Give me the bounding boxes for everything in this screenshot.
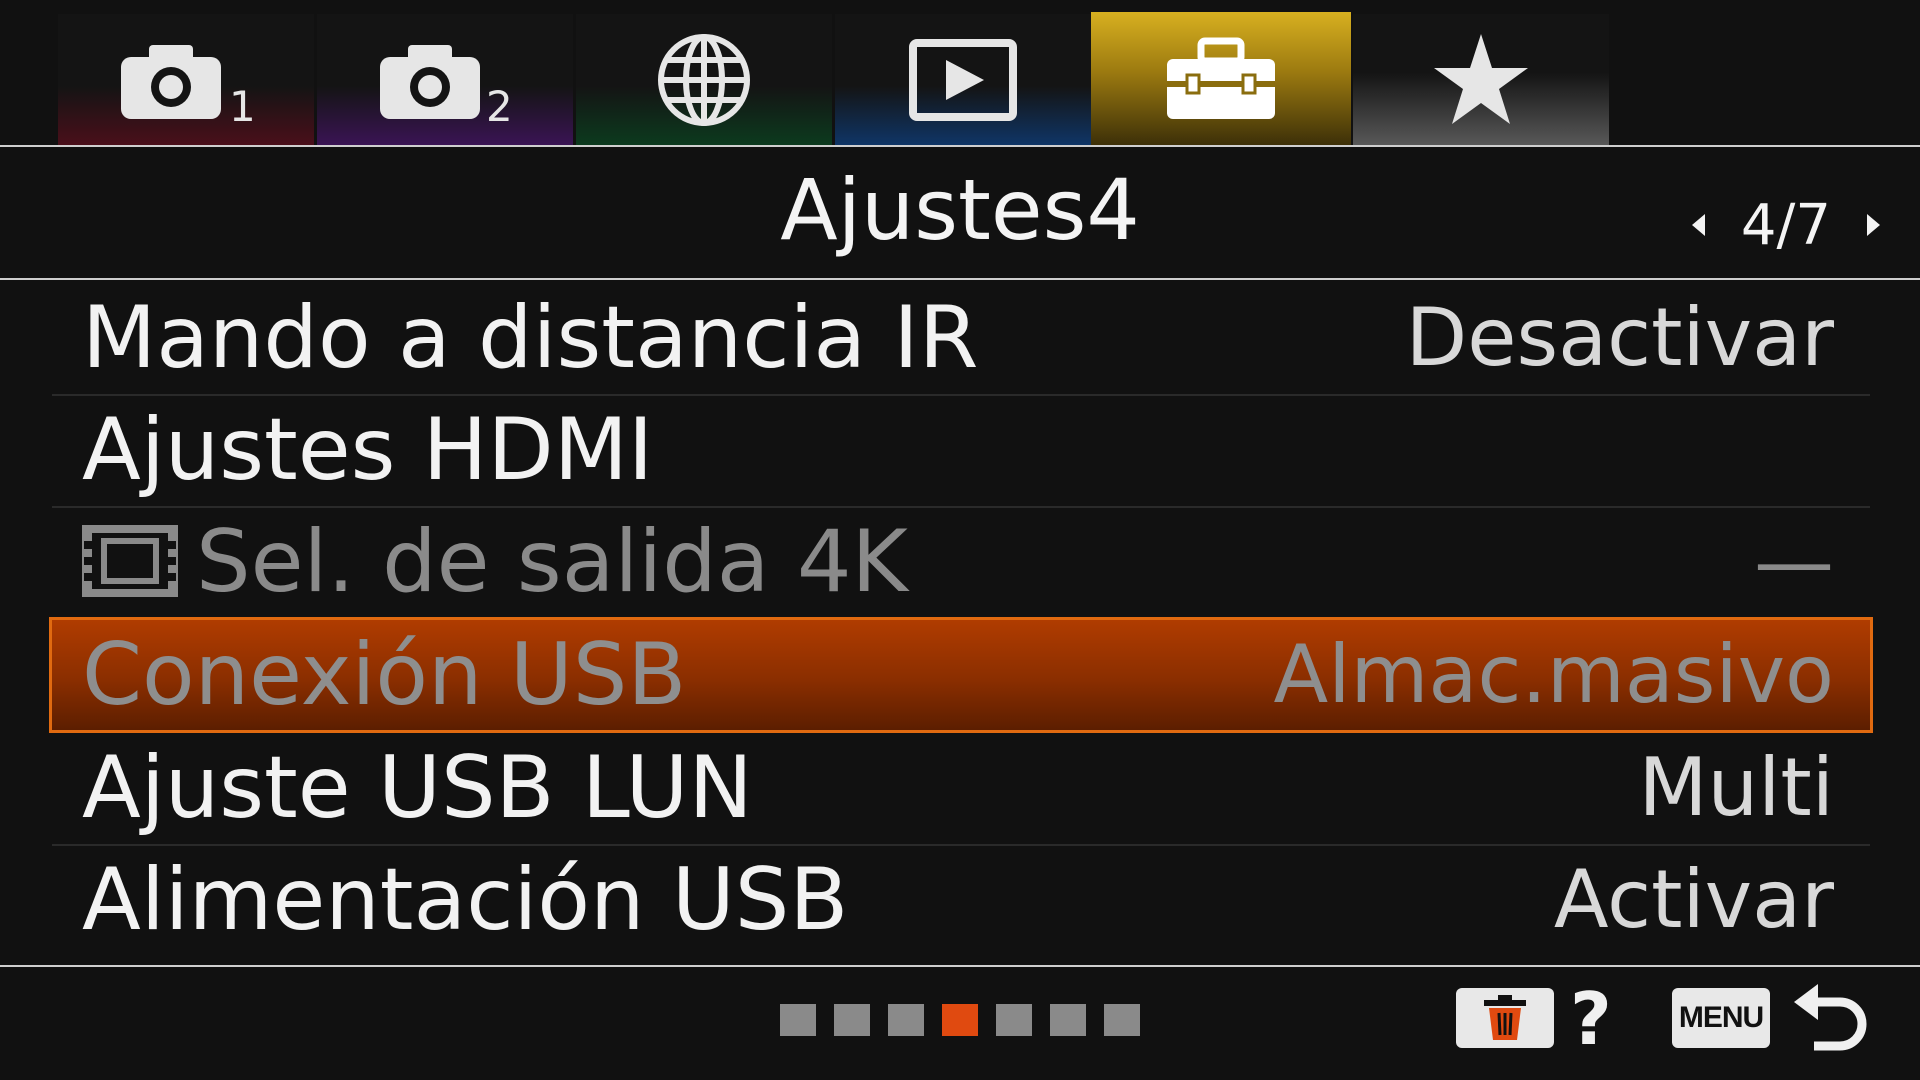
menu-item-label: Ajuste USB LUN bbox=[82, 738, 753, 838]
page-counter: 4/7 bbox=[1740, 192, 1831, 258]
tab-shooting-1[interactable]: 1 bbox=[58, 14, 314, 145]
menu-item-label: Alimentación USB bbox=[82, 850, 849, 950]
page-title: Ajustes4 bbox=[780, 161, 1140, 259]
page-dots bbox=[780, 1004, 1140, 1036]
divider-top bbox=[0, 145, 1920, 147]
page-dot bbox=[834, 1004, 870, 1036]
tab-playback[interactable] bbox=[835, 14, 1091, 145]
camera-2-icon: 2 bbox=[380, 44, 513, 125]
menu-tab-bar: 1 2 bbox=[0, 0, 1920, 145]
page-indicator: 4/7 bbox=[1691, 190, 1880, 260]
menu-item-ir-remote[interactable]: Mando a distancia IR Desactivar bbox=[52, 283, 1870, 396]
menu-item-label: Sel. de salida 4K bbox=[196, 512, 908, 612]
playback-icon bbox=[909, 38, 1017, 121]
tab-shooting-2[interactable]: 2 bbox=[317, 14, 573, 145]
page-dot bbox=[1104, 1004, 1140, 1036]
menu-item-value: Almac.masivo bbox=[1273, 628, 1834, 721]
svg-text:2: 2 bbox=[486, 82, 513, 125]
menu-item-value: Desactivar bbox=[1405, 291, 1834, 384]
tab-network[interactable] bbox=[576, 14, 832, 145]
menu-item-usb-lun[interactable]: Ajuste USB LUN Multi bbox=[52, 733, 1870, 846]
menu-item-label: Mando a distancia IR bbox=[82, 288, 979, 388]
tab-my-menu[interactable] bbox=[1353, 14, 1609, 145]
chevron-left-icon[interactable] bbox=[1691, 214, 1705, 236]
globe-icon bbox=[658, 33, 750, 126]
page-dot bbox=[996, 1004, 1032, 1036]
back-return-icon[interactable] bbox=[1790, 980, 1870, 1060]
help-icon[interactable]: ? bbox=[1570, 980, 1612, 1058]
divider-bottom bbox=[0, 965, 1920, 967]
page-dot bbox=[780, 1004, 816, 1036]
trash-icon bbox=[1484, 995, 1526, 1040]
page-dot bbox=[942, 1004, 978, 1036]
menu-item-value: — bbox=[1754, 515, 1834, 608]
menu-item-label: Ajustes HDMI bbox=[82, 400, 654, 500]
menu-item-usb-connection[interactable]: Conexión USB Almac.masivo bbox=[49, 617, 1873, 733]
menu-item-label: Conexión USB bbox=[82, 625, 687, 725]
svg-text:1: 1 bbox=[229, 82, 256, 125]
star-icon bbox=[1434, 33, 1528, 124]
menu-button[interactable]: MENU bbox=[1672, 988, 1770, 1048]
divider-title bbox=[0, 278, 1920, 280]
menu-item-value: Multi bbox=[1638, 741, 1834, 834]
page-dot bbox=[1050, 1004, 1086, 1036]
camera-1-icon: 1 bbox=[121, 44, 256, 125]
page-dot bbox=[888, 1004, 924, 1036]
toolbox-icon bbox=[1167, 37, 1275, 119]
menu-item-value: Activar bbox=[1553, 853, 1834, 946]
delete-button[interactable] bbox=[1456, 988, 1554, 1048]
movie-film-icon bbox=[82, 524, 178, 597]
menu-item-usb-power[interactable]: Alimentación USB Activar bbox=[52, 845, 1870, 955]
tab-setup[interactable] bbox=[1091, 12, 1351, 145]
chevron-right-icon[interactable] bbox=[1867, 214, 1880, 236]
menu-item-4k-output: Sel. de salida 4K — bbox=[52, 507, 1870, 620]
menu-item-hdmi-settings[interactable]: Ajustes HDMI bbox=[52, 395, 1870, 508]
